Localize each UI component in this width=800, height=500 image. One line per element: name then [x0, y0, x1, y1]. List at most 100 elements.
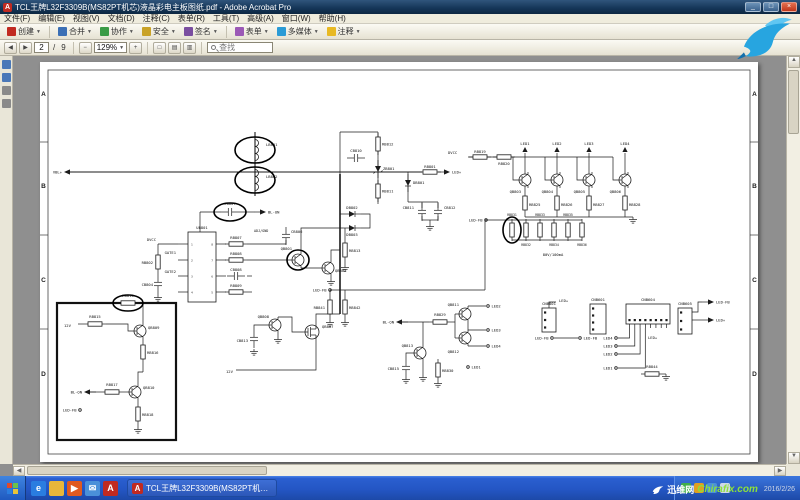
toolbar-button-表单[interactable]: 表单▼ [232, 25, 272, 38]
menu-item[interactable]: 文件(F) [0, 14, 34, 24]
ic-UB801: 18273645UB801 [178, 225, 226, 302]
page-number-input[interactable]: 2 [34, 42, 49, 53]
gnd [274, 337, 282, 343]
menu-item[interactable]: 帮助(H) [315, 14, 350, 24]
horizontal-scrollbar[interactable]: ◀ ▶ [13, 464, 786, 476]
menu-item[interactable]: 窗口(W) [278, 14, 315, 24]
toolbar-button-label: 创建 [18, 26, 34, 37]
toolbar-button-创建[interactable]: 创建▼ [4, 25, 44, 38]
scroll-up-button[interactable]: ▲ [788, 56, 800, 68]
svg-text:LED+: LED+ [648, 335, 658, 340]
schematic-svg: AABBCCDDVBL+LB801LB802RB812CB810ZB801RB8… [40, 62, 758, 462]
bookmarks-panel-icon[interactable] [2, 73, 11, 82]
next-page-button[interactable]: ▶ [19, 42, 32, 54]
gnd [134, 427, 142, 433]
text-GATE1: GATE1 [165, 250, 177, 255]
svg-text:CNB601: CNB601 [591, 297, 605, 302]
zoom-out-button[interactable]: − [79, 42, 92, 54]
menu-item[interactable]: 工具(T) [209, 14, 243, 24]
media-player-icon[interactable]: ▶ [67, 481, 82, 496]
scroll-left-button[interactable]: ◀ [13, 466, 25, 476]
toolbar-button-协作[interactable]: 协作▼ [97, 25, 137, 38]
svg-text:RB832: RB832 [521, 243, 531, 247]
scroll-right-button[interactable]: ▶ [774, 466, 786, 476]
zone-letter: D [41, 371, 46, 378]
navigation-panel-bar [0, 56, 13, 464]
find-input[interactable]: 查找 [207, 42, 273, 53]
menu-item[interactable]: 编辑(E) [34, 14, 69, 24]
close-button[interactable]: × [781, 2, 797, 12]
menu-item[interactable]: 视图(V) [69, 14, 104, 24]
zoom-level-select[interactable]: 129% ▼ [94, 42, 127, 53]
mail-icon[interactable]: ✉ [85, 481, 100, 496]
acrobat-icon: A [132, 483, 143, 494]
svg-text:RB818: RB818 [142, 412, 154, 417]
svg-text:LB802: LB802 [266, 174, 277, 179]
taskbar-button-acrobat[interactable]: A TCL王牌L32F3309B(MS82PT机芯)液晶彩电主板图纸.pdf -… [127, 479, 277, 497]
res_h-RB809: RB809 [225, 283, 247, 294]
netarrow_u-LED3: LED3 [584, 141, 593, 152]
svg-text:LED4: LED4 [603, 336, 613, 341]
svg-text:RB808: RB808 [230, 251, 242, 256]
netlabel_e-LED1: LED1 [603, 366, 617, 371]
res_v-RB841: RB841 [314, 296, 333, 318]
maximize-button[interactable]: □ [763, 2, 779, 12]
zone-letter: C [752, 277, 757, 284]
layers-panel-icon[interactable] [2, 86, 11, 95]
vertical-scroll-thumb[interactable] [788, 70, 799, 134]
gnd [154, 295, 162, 301]
svg-text:6: 6 [211, 274, 213, 278]
svg-text:RB802: RB802 [142, 260, 153, 265]
menu-item[interactable]: 文档(D) [104, 14, 139, 24]
menu-item[interactable]: 高级(A) [243, 14, 278, 24]
svg-text:RB827: RB827 [593, 202, 604, 207]
res_v-RB816: RB816 [141, 341, 159, 363]
svg-text:RB816: RB816 [147, 350, 159, 355]
minimize-button[interactable]: _ [745, 2, 761, 12]
res_h-RB819: RB819 [469, 149, 491, 159]
svg-text:ZB801: ZB801 [383, 166, 395, 171]
scroll-down-button[interactable]: ▼ [788, 452, 800, 464]
toolbar-button-多媒体[interactable]: 多媒体▼ [274, 25, 322, 38]
cap_h-CB808: CB808 [227, 267, 245, 280]
svg-text:RB825: RB825 [529, 202, 540, 207]
single-page-view-button[interactable]: □ [153, 42, 166, 54]
npn-QB802: QB802 [321, 260, 346, 276]
toolbar-button-注释[interactable]: 注释▼ [324, 25, 364, 38]
cap_v-CB813: CB813 [237, 330, 258, 348]
previous-page-button[interactable]: ◀ [4, 42, 17, 54]
gnd [327, 279, 335, 285]
horizontal-scroll-thumb[interactable] [27, 466, 267, 475]
chevron-down-icon: ▼ [356, 29, 361, 35]
chevron-down-icon: ▼ [213, 29, 218, 35]
pages-panel-icon[interactable] [2, 60, 11, 69]
chirafix-bird-icon-small [651, 484, 664, 495]
schematic-wires [70, 132, 702, 427]
attachments-panel-icon[interactable] [2, 99, 11, 108]
toolbar-button-合并[interactable]: 合并▼ [55, 25, 95, 38]
toolbar-button-签名[interactable]: 签名▼ [181, 25, 221, 38]
svg-text:RB826: RB826 [561, 202, 573, 207]
svg-text:RB811: RB811 [382, 188, 394, 193]
toolbar-button-安全[interactable]: 安全▼ [139, 25, 179, 38]
comment-icon [327, 27, 336, 36]
folder-icon[interactable] [49, 481, 64, 496]
continuous-view-button[interactable]: ▤ [168, 42, 181, 54]
res_v-RB832: RB832 [521, 219, 531, 247]
two-up-view-button[interactable]: ▥ [183, 42, 196, 54]
menu-item[interactable]: 表单(R) [174, 14, 209, 24]
internet-explorer-icon[interactable]: e [31, 481, 46, 496]
netarrow_r-LED+: LED+ [438, 169, 462, 174]
acrobat-icon[interactable]: A [103, 481, 118, 496]
start-button[interactable] [0, 476, 26, 500]
vertical-scrollbar[interactable]: ▲ ▼ [786, 56, 800, 464]
res_h-RB829: RB829 [429, 312, 451, 324]
zoom-in-button[interactable]: + [129, 42, 142, 54]
svg-text:4: 4 [191, 290, 193, 294]
netarrow_r-BL-ON: BL-ON [254, 209, 280, 214]
svg-text:RB815: RB815 [89, 314, 100, 319]
svg-text:CB808: CB808 [230, 267, 242, 272]
netlabel_e-LED4: LED4 [603, 336, 617, 341]
menu-item[interactable]: 注释(C) [139, 14, 174, 24]
multimedia-icon [277, 27, 286, 36]
